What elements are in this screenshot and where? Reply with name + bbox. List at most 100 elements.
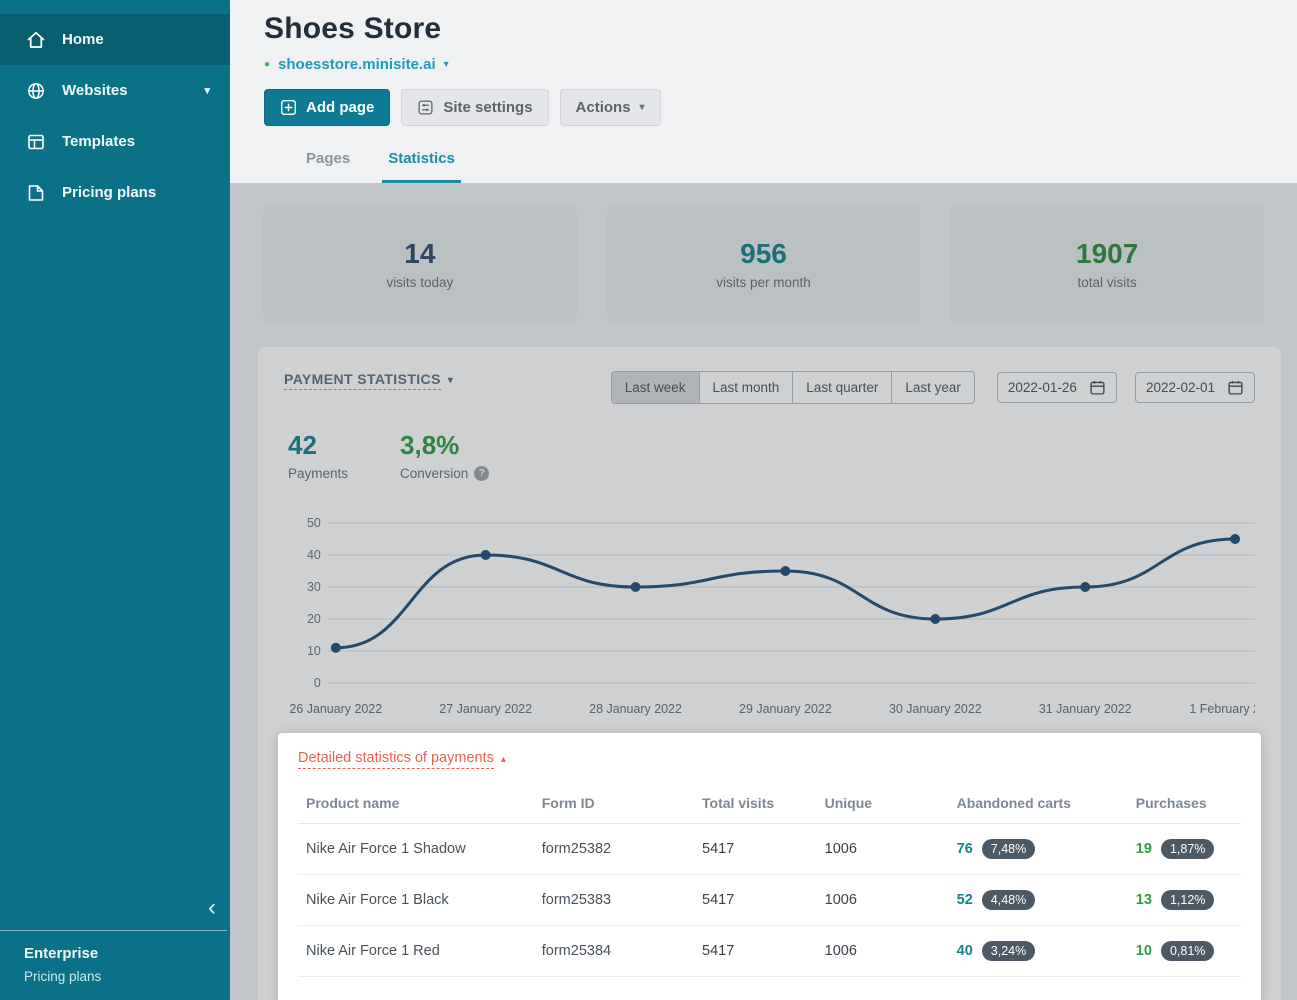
table-row: Nike Air Force 1 Red form25384 5417 1006… <box>298 926 1241 977</box>
cell-abandoned: 76 7,48% <box>949 824 1128 875</box>
stat-card-total-visits: 1907 total visits <box>950 205 1264 323</box>
payments-chart: 0102030405026 January 202227 January 202… <box>284 509 1255 721</box>
abandoned-pct-badge: 4,48% <box>982 890 1035 910</box>
site-settings-label: Site settings <box>443 99 532 116</box>
caret-down-icon[interactable]: ▾ <box>444 59 449 70</box>
date-to-value: 2022-02-01 <box>1146 380 1215 395</box>
site-settings-button[interactable]: Site settings <box>401 89 548 126</box>
col-total-visits: Total visits <box>694 783 817 824</box>
caret-down-icon[interactable]: ▾ <box>204 84 210 97</box>
cell-product: Nike Air Force 1 Black <box>298 875 534 926</box>
detailed-statistics-toggle[interactable]: Detailed statistics of payments ▴ <box>298 750 506 769</box>
caret-up-icon: ▴ <box>501 754 506 765</box>
svg-text:40: 40 <box>307 548 321 562</box>
payments-chart-container: 0102030405026 January 202227 January 202… <box>284 509 1255 721</box>
stat-card-visits-today: 14 visits today <box>263 205 577 323</box>
template-icon <box>26 132 46 152</box>
svg-text:0: 0 <box>314 676 321 690</box>
cell-purchases: 10 0,81% <box>1128 926 1241 977</box>
abandoned-count: 40 <box>957 943 973 959</box>
sidebar-item-pricing-plans[interactable]: Pricing plans <box>0 167 230 218</box>
detailed-statistics-title: Detailed statistics of payments <box>298 750 494 769</box>
sidebar-item-label: Pricing plans <box>62 184 156 201</box>
chart-controls: Last week Last month Last quarter Last y… <box>611 371 1255 404</box>
date-to-input[interactable]: 2022-02-01 <box>1135 372 1255 403</box>
payments-table: Product name Form ID Total visits Unique… <box>298 783 1241 977</box>
conversion-value: 3,8% <box>400 430 489 461</box>
cell-product: Nike Air Force 1 Shadow <box>298 824 534 875</box>
sidebar-divider <box>0 930 227 931</box>
purchases-count: 10 <box>1136 943 1152 959</box>
page-title: Shoes Store <box>264 12 1265 46</box>
table-header-row: Product name Form ID Total visits Unique… <box>298 783 1241 824</box>
add-page-label: Add page <box>306 99 374 116</box>
table-row: Nike Air Force 1 Shadow form25382 5417 1… <box>298 824 1241 875</box>
abandoned-count: 76 <box>957 841 973 857</box>
domain-link[interactable]: shoesstore.minisite.ai <box>278 56 436 73</box>
toolbar: Add page Site settings Actions ▾ <box>264 89 1265 126</box>
site-settings-icon <box>417 99 434 116</box>
cell-total: 5417 <box>694 926 817 977</box>
tab-bar: Pages Statistics <box>300 150 1265 183</box>
payment-statistics-toggle[interactable]: PAYMENT STATISTICS ▾ <box>284 371 453 390</box>
caret-down-icon: ▾ <box>640 102 645 113</box>
sidebar-item-websites[interactable]: Websites ▾ <box>0 65 230 116</box>
svg-text:27 January 2022: 27 January 2022 <box>439 702 532 716</box>
svg-text:20: 20 <box>307 612 321 626</box>
stat-label: total visits <box>1078 275 1137 290</box>
stat-value: 1907 <box>1076 238 1138 270</box>
col-product-name: Product name <box>298 783 534 824</box>
purchases-pct-badge: 0,81% <box>1161 941 1214 961</box>
tab-statistics[interactable]: Statistics <box>382 150 461 183</box>
sidebar-item-home[interactable]: Home <box>0 14 230 65</box>
purchases-pct-badge: 1,87% <box>1161 839 1214 859</box>
add-page-icon <box>280 99 297 116</box>
globe-icon <box>26 81 46 101</box>
svg-text:31 January 2022: 31 January 2022 <box>1039 702 1132 716</box>
sidebar: Home Websites ▾ Templates Pricing plans … <box>0 0 230 1000</box>
purchases-pct-badge: 1,12% <box>1161 890 1214 910</box>
svg-text:30: 30 <box>307 580 321 594</box>
visit-stats-cards: 14 visits today 956 visits per month 190… <box>263 205 1264 323</box>
col-form-id: Form ID <box>534 783 694 824</box>
actions-button[interactable]: Actions ▾ <box>560 89 661 126</box>
stat-label: visits today <box>386 275 453 290</box>
filter-last-quarter[interactable]: Last quarter <box>792 371 892 404</box>
tab-pages[interactable]: Pages <box>300 150 356 183</box>
stat-value: 956 <box>740 238 787 270</box>
pricing-icon <box>26 183 46 203</box>
cell-total: 5417 <box>694 875 817 926</box>
table-row: Nike Air Force 1 Black form25383 5417 10… <box>298 875 1241 926</box>
date-range: 2022-01-26 2022-02-01 <box>997 372 1255 403</box>
cell-total: 5417 <box>694 824 817 875</box>
col-unique: Unique <box>817 783 949 824</box>
cell-unique: 1006 <box>817 875 949 926</box>
plan-pricing-link[interactable]: Pricing plans <box>0 969 230 984</box>
filter-last-year[interactable]: Last year <box>891 371 975 404</box>
cell-product: Nike Air Force 1 Red <box>298 926 534 977</box>
payment-metrics: 42 Payments 3,8% Conversion ? <box>284 430 1255 481</box>
cell-abandoned: 524,48% <box>949 875 1128 926</box>
filter-last-week[interactable]: Last week <box>611 371 700 404</box>
help-icon[interactable]: ? <box>474 466 489 481</box>
actions-label: Actions <box>576 99 631 116</box>
filter-last-month[interactable]: Last month <box>699 371 794 404</box>
abandoned-pct-badge: 7,48% <box>982 839 1035 859</box>
svg-text:10: 10 <box>307 644 321 658</box>
stat-card-visits-per-month: 956 visits per month <box>607 205 921 323</box>
sidebar-collapse-chevron[interactable]: ‹ <box>0 896 230 920</box>
cell-abandoned: 403,24% <box>949 926 1128 977</box>
sidebar-item-templates[interactable]: Templates <box>0 116 230 167</box>
domain-row: ● shoesstore.minisite.ai ▾ <box>264 56 1265 73</box>
calendar-icon <box>1089 379 1106 396</box>
statistics-section: 14 visits today 956 visits per month 190… <box>230 183 1297 1000</box>
svg-text:1 February 2022: 1 February 2022 <box>1189 702 1255 716</box>
payment-statistics-panel: PAYMENT STATISTICS ▾ Last week Last mont… <box>258 347 1281 1000</box>
sidebar-footer: ‹ Enterprise Pricing plans <box>0 896 230 1000</box>
detailed-statistics-section: Detailed statistics of payments ▴ Produc… <box>278 733 1261 1000</box>
stat-value: 14 <box>404 238 435 270</box>
date-from-input[interactable]: 2022-01-26 <box>997 372 1117 403</box>
conversion-label-text: Conversion <box>400 466 468 481</box>
date-from-value: 2022-01-26 <box>1008 380 1077 395</box>
add-page-button[interactable]: Add page <box>264 89 390 126</box>
